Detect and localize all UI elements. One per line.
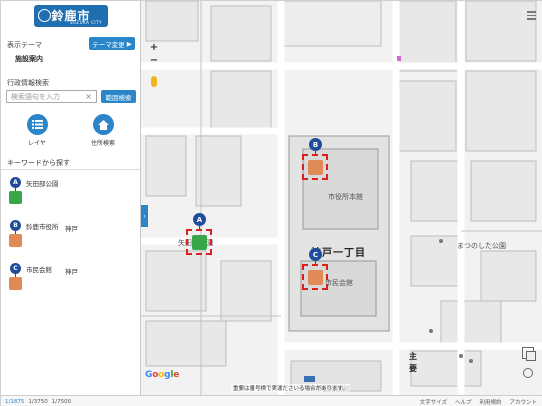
keyword-label: キーワードから探す: [7, 159, 70, 167]
help-link[interactable]: ヘルプ: [455, 398, 472, 406]
map-label-matsunoshita: まつのした公園: [457, 242, 506, 250]
home-icon: [92, 114, 114, 135]
place-item-b[interactable]: B 鈴鹿市役所 神戸: [8, 220, 133, 252]
zoom-in-button[interactable]: +: [147, 41, 161, 54]
app-window: + − 市役所本館 神戸一丁目 市民会館 まつのした公園 矢田部公園 主 要 市…: [0, 0, 542, 406]
arrow-right-icon: ▶: [126, 39, 132, 48]
sidebar-collapse-tab[interactable]: ‹: [141, 205, 148, 227]
search-label: 行政情報検索: [7, 79, 49, 87]
map-marker-b[interactable]: B: [300, 138, 330, 180]
scale-option[interactable]: 1/1875: [5, 399, 24, 405]
scale-option[interactable]: 1/7500: [52, 399, 71, 405]
address-search-tool[interactable]: 住所検索: [83, 114, 123, 147]
theme-label: 表示テーマ: [7, 41, 42, 49]
map-label-yo: 要: [409, 364, 418, 373]
seal-icon: [38, 9, 51, 22]
marker-letter: A: [193, 213, 206, 226]
google-logo: Google: [145, 370, 180, 380]
map-canvas[interactable]: + − 市役所本館 神戸一丁目 市民会館 まつのした公園 矢田部公園 主 要 市…: [141, 1, 542, 395]
park-icon: [9, 191, 22, 204]
zoom-out-button[interactable]: −: [147, 54, 161, 67]
theme-change-button[interactable]: テーマ変更 ▶: [89, 37, 135, 50]
marker-pin: C: [8, 263, 23, 290]
building-icon: [307, 269, 323, 285]
building-icon: [307, 159, 323, 175]
city-logo[interactable]: 鈴鹿市 SUZUKA CITY: [34, 5, 108, 27]
marker-pin: B: [8, 220, 23, 247]
marker-pin: A: [8, 177, 23, 204]
search-input[interactable]: 検索語句を入力 ×: [6, 90, 97, 103]
street-view-pegman-icon[interactable]: [151, 76, 157, 87]
map-notice: 重要は番号検で実運ださいる場合があります。: [231, 384, 350, 392]
scale-option[interactable]: 1/3750: [28, 399, 47, 405]
layers-icon[interactable]: [522, 347, 536, 361]
map-menu-icon[interactable]: [527, 11, 536, 22]
marker-letter: C: [309, 248, 322, 261]
clear-icon[interactable]: ×: [85, 92, 92, 101]
park-icon: [191, 234, 207, 250]
range-search-button[interactable]: 範囲検索: [101, 90, 136, 103]
compass-icon[interactable]: [523, 368, 533, 378]
marker-letter: B: [309, 138, 322, 151]
list-icon: [26, 114, 48, 135]
theme-name: 施設案内: [15, 55, 43, 63]
font-size-link[interactable]: 文字サイズ: [420, 398, 447, 406]
footer-bar: 1/1875 1/3750 1/7500 文字サイズ ヘルプ 利用規約 アカウン…: [1, 395, 542, 406]
account-link[interactable]: アカウント: [509, 398, 537, 406]
map-label-shu: 主: [409, 352, 418, 361]
place-item-c[interactable]: C 市民会館 神戸: [8, 263, 133, 295]
footer-links: 文字サイズ ヘルプ 利用規約 アカウント: [420, 398, 537, 406]
scale-indicator-icon: [304, 376, 315, 382]
map-marker-c[interactable]: C: [300, 248, 330, 290]
sidebar: 鈴鹿市 SUZUKA CITY 表示テーマ テーマ変更 ▶ 施設案内 行政情報検索…: [1, 1, 141, 395]
map-marker-a[interactable]: A: [184, 213, 214, 255]
place-item-a[interactable]: A 矢田部公園: [8, 177, 133, 209]
map-label-city-hall: 市役所本館: [328, 193, 363, 201]
zoom-controls: + −: [147, 41, 161, 67]
terms-link[interactable]: 利用規約: [479, 398, 501, 406]
building-icon: [9, 277, 22, 290]
building-icon: [9, 234, 22, 247]
layer-tool[interactable]: レイヤ: [17, 114, 57, 147]
